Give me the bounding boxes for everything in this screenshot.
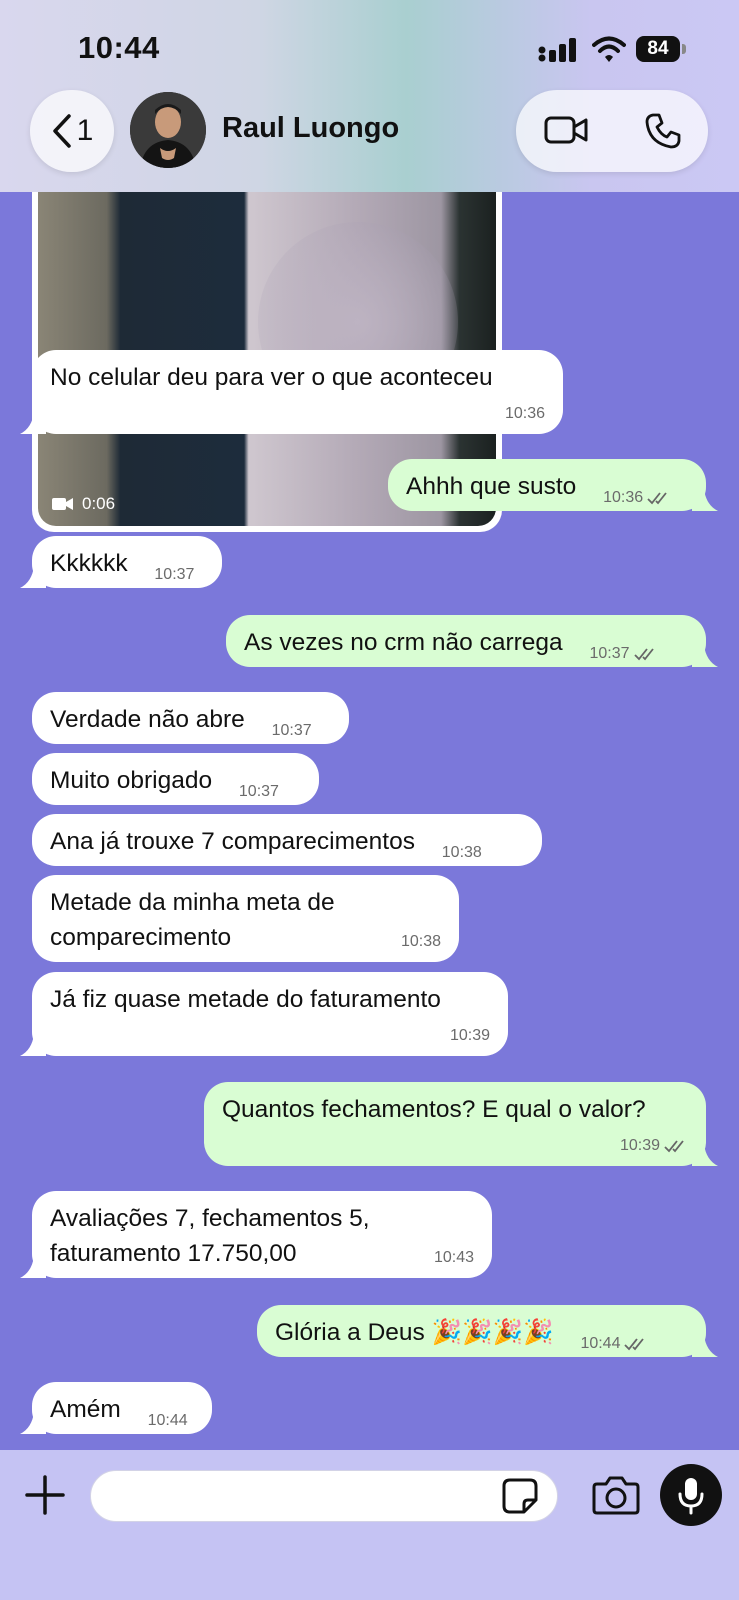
bubble-tail bbox=[20, 412, 46, 434]
read-ticks-icon bbox=[647, 492, 667, 505]
message-bubble-incoming[interactable]: Amém 10:44 bbox=[20, 1382, 212, 1434]
message-text: No celular deu para ver o que aconteceu bbox=[50, 364, 493, 391]
bubble-tail bbox=[20, 1256, 46, 1278]
bubble-tail bbox=[692, 645, 718, 667]
microphone-icon bbox=[678, 1478, 704, 1515]
cellular-signal-icon bbox=[538, 38, 576, 62]
avatar-photo bbox=[130, 92, 206, 168]
message-bubble-outgoing[interactable]: Glória a Deus 🎉🎉🎉🎉 10:44 bbox=[257, 1305, 718, 1357]
message-bubble-outgoing[interactable]: As vezes no crm não carrega 10:37 bbox=[226, 615, 718, 667]
chat-header: 10:44 84 1 Raul Luongo bbox=[0, 0, 739, 192]
message-text: Kkkkkk bbox=[50, 550, 128, 577]
bubble-tail bbox=[692, 489, 718, 511]
unread-count: 1 bbox=[76, 114, 94, 147]
message-bubble-incoming[interactable]: Metade da minha meta de comparecimento 1… bbox=[32, 875, 459, 962]
message-text: Muito obrigado bbox=[50, 767, 213, 794]
message-input[interactable] bbox=[90, 1470, 558, 1522]
message-bubble-incoming[interactable]: Kkkkkk 10:37 bbox=[20, 536, 222, 588]
back-button[interactable]: 1 bbox=[30, 90, 114, 172]
message-text: Glória a Deus 🎉🎉🎉🎉 bbox=[275, 1319, 554, 1346]
message-bubble-incoming[interactable]: Avaliações 7, fechamentos 5, faturamento… bbox=[20, 1191, 492, 1278]
read-ticks-icon bbox=[664, 1140, 684, 1153]
message-time: 10:36 bbox=[504, 405, 545, 422]
plus-icon[interactable] bbox=[24, 1474, 66, 1516]
message-bubble-incoming[interactable]: Muito obrigado 10:37 bbox=[32, 753, 319, 805]
message-text: As vezes no crm não carrega bbox=[244, 629, 563, 656]
read-ticks-icon bbox=[633, 648, 654, 661]
message-time: 10:37 bbox=[238, 783, 279, 800]
message-time: 10:38 bbox=[441, 844, 482, 861]
message-bubble-outgoing[interactable]: Ahhh que susto 10:36 bbox=[388, 459, 718, 511]
message-time: 10:38 bbox=[400, 933, 441, 950]
video-duration-text: 0:06 bbox=[82, 494, 116, 513]
wifi-icon bbox=[592, 36, 626, 62]
message-bubble-outgoing[interactable]: Quantos fechamentos? E qual o valor? 10:… bbox=[204, 1082, 718, 1166]
video-call-icon[interactable] bbox=[544, 114, 588, 146]
message-time: 10:36 bbox=[603, 488, 671, 508]
video-camera-icon bbox=[52, 498, 73, 510]
message-text: Quantos fechamentos? E qual o valor? bbox=[222, 1096, 646, 1123]
message-bubble-incoming[interactable]: Ana já trouxe 7 comparecimentos 10:38 bbox=[32, 814, 542, 866]
avatar[interactable] bbox=[130, 92, 206, 168]
message-bubble-incoming[interactable]: Já fiz quase metade do faturamento 10:39 bbox=[20, 972, 508, 1056]
message-time: 10:39 bbox=[449, 1027, 490, 1044]
bubble-tail bbox=[20, 566, 46, 588]
battery-tip bbox=[682, 44, 686, 54]
contact-name[interactable]: Raul Luongo bbox=[222, 112, 399, 145]
bubble-tail bbox=[692, 1335, 718, 1357]
message-text: Ahhh que susto bbox=[406, 473, 577, 500]
composer-bar bbox=[0, 1450, 739, 1600]
message-time: 10:39 bbox=[620, 1136, 688, 1156]
message-text-line: Avaliações 7, fechamentos 5, bbox=[50, 1205, 370, 1232]
message-text: Verdade não abre bbox=[50, 706, 245, 733]
sticker-icon[interactable] bbox=[500, 1476, 540, 1516]
bubble-tail bbox=[20, 1034, 46, 1056]
back-chevron-icon bbox=[52, 114, 71, 148]
message-time: 10:37 bbox=[154, 566, 195, 583]
message-time: 10:44 bbox=[147, 1412, 188, 1429]
message-time: 10:43 bbox=[433, 1249, 474, 1266]
phone-icon[interactable] bbox=[644, 112, 682, 150]
video-duration: 0:06 bbox=[52, 494, 115, 514]
message-bubble-incoming[interactable]: No celular deu para ver o que aconteceu … bbox=[20, 350, 563, 434]
message-text-line: comparecimento bbox=[50, 924, 232, 951]
message-text: Amém bbox=[50, 1396, 121, 1423]
call-actions bbox=[516, 90, 708, 172]
microphone-button[interactable] bbox=[660, 1464, 722, 1526]
message-text: Já fiz quase metade do faturamento bbox=[50, 986, 441, 1013]
battery-indicator: 84 bbox=[636, 36, 680, 62]
message-time: 10:44 bbox=[580, 1334, 648, 1354]
status-time: 10:44 bbox=[78, 30, 160, 65]
message-time: 10:37 bbox=[271, 722, 312, 739]
read-ticks-icon bbox=[624, 1338, 645, 1351]
message-text-line: faturamento 17.750,00 bbox=[50, 1240, 297, 1267]
message-text: Ana já trouxe 7 comparecimentos bbox=[50, 828, 415, 855]
message-list[interactable]: 0:06 10:36 No celular deu para ver o que… bbox=[0, 192, 739, 1450]
message-time: 10:37 bbox=[589, 644, 657, 664]
bubble-tail bbox=[20, 1412, 46, 1434]
message-text-line: Metade da minha meta de bbox=[50, 889, 335, 916]
bubble-tail bbox=[692, 1144, 718, 1166]
camera-icon[interactable] bbox=[592, 1474, 640, 1516]
message-bubble-incoming[interactable]: Verdade não abre 10:37 bbox=[32, 692, 349, 744]
